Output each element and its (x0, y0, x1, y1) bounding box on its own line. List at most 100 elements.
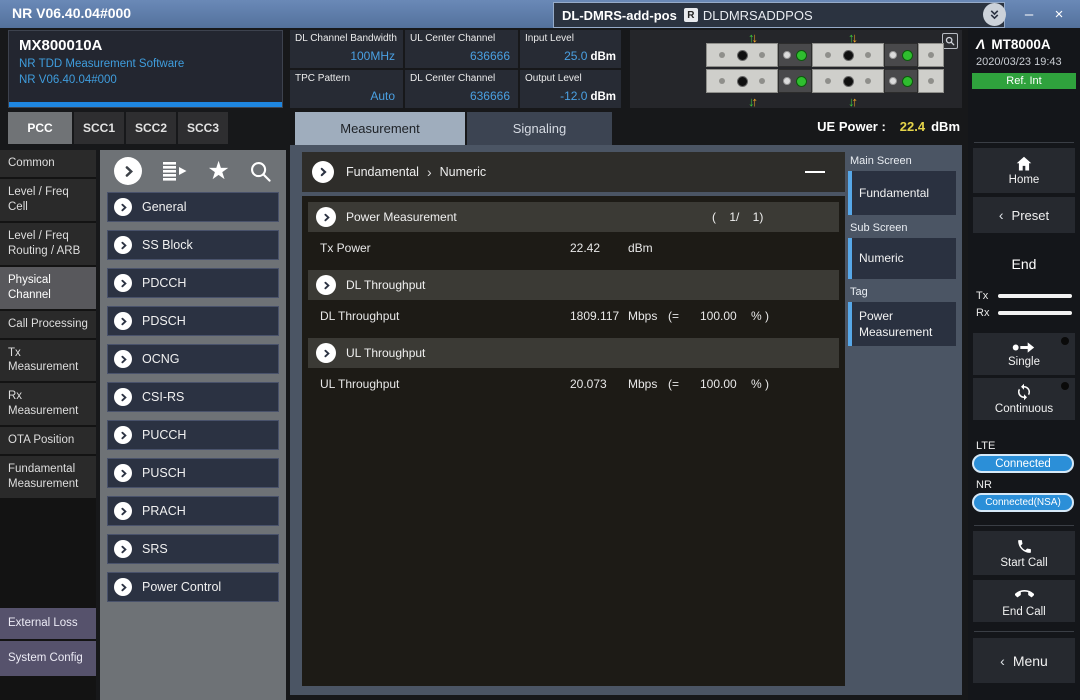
tab-signaling[interactable]: Signaling (467, 112, 612, 145)
chevron-left-icon: ‹ (1000, 653, 1005, 669)
rf-port3-tx-rx-arrows-icon: ↓↑ (748, 94, 755, 109)
menu-item-pusch[interactable]: PUSCH (107, 458, 279, 488)
param-input-level[interactable]: Input Level 25.0dBm (520, 30, 621, 68)
favorites-button[interactable]: ★ (207, 159, 229, 184)
rf-port4-tx-rx-arrows-icon: ↓↑ (848, 94, 855, 109)
tab-scc1[interactable]: SCC1 (74, 112, 124, 144)
menu-item-prach[interactable]: PRACH (107, 496, 279, 526)
progress-bar (9, 102, 282, 107)
tab-scc2[interactable]: SCC2 (126, 112, 176, 144)
section-power-measurement[interactable]: Power Measurement ( 1/ 1) (308, 202, 839, 232)
nr-label: NR (976, 479, 992, 491)
tab-scc3[interactable]: SCC3 (178, 112, 228, 144)
datetime: 2020/03/23 19:43 (976, 56, 1062, 68)
registered-tag-icon: R (684, 8, 698, 22)
ref-source-badge: Ref. Int (972, 73, 1076, 89)
settings-nav: Common Level / Freq Cell Level / Freq Ro… (0, 150, 96, 700)
chevron-right-circle-icon (114, 312, 132, 330)
nav-item-system-config[interactable]: System Config (0, 641, 96, 676)
tx-power-unit: dBm (628, 241, 653, 255)
nav-item-fundamental-measurement[interactable]: Fundamental Measurement (0, 456, 96, 498)
settings-nav-bottom: External Loss System Config (0, 608, 96, 678)
session-expand-button[interactable] (983, 3, 1006, 26)
chevron-right-circle-icon (114, 350, 132, 368)
menu-item-pdsch[interactable]: PDSCH (107, 306, 279, 336)
sub-screen-button[interactable]: Numeric (848, 238, 956, 279)
menu-item-power-control[interactable]: Power Control (107, 572, 279, 602)
param-dl-channel-bandwidth[interactable]: DL Channel Bandwidth 100MHz (290, 30, 403, 68)
chevron-right-circle-icon (114, 578, 132, 596)
chevron-right-circle-icon (114, 426, 132, 444)
chevron-right-circle-icon (114, 274, 132, 292)
end-call-button[interactable]: End Call (973, 580, 1075, 622)
software-name: NR TDD Measurement Software (19, 58, 184, 70)
collapse-panel-button[interactable] (114, 157, 142, 185)
ue-power-unit: dBm (931, 119, 960, 134)
nav-item-level-freq-cell[interactable]: Level / Freq Cell (0, 179, 96, 221)
breadcrumb-parent: Fundamental (346, 165, 419, 179)
tab-measurement[interactable]: Measurement (295, 112, 465, 145)
param-dl-center-channel[interactable]: DL Center Channel 636666 (405, 70, 518, 108)
menu-item-pucch[interactable]: PUCCH (107, 420, 279, 450)
page-counter: ( 1/ 1) (712, 210, 763, 224)
nav-item-tx-measurement[interactable]: Tx Measurement (0, 340, 96, 382)
nav-item-external-loss[interactable]: External Loss (0, 608, 96, 639)
nav-item-common[interactable]: Common (0, 150, 96, 177)
menu-item-srs[interactable]: SRS (107, 534, 279, 564)
menu-item-csi-rs[interactable]: CSI-RS (107, 382, 279, 412)
list-view-button[interactable] (161, 159, 188, 183)
start-call-button[interactable]: Start Call (973, 531, 1075, 575)
menu-item-ss-block[interactable]: SS Block (107, 230, 279, 260)
search-button[interactable] (249, 160, 272, 183)
continuous-loop-icon (1015, 383, 1033, 401)
session-code: DLDMRSADDPOS (703, 8, 813, 23)
section-dl-throughput[interactable]: DL Throughput (308, 270, 839, 300)
nav-item-ota-position[interactable]: OTA Position (0, 427, 96, 454)
minimize-button[interactable]: – (1016, 4, 1042, 24)
menu-item-general[interactable]: General (107, 192, 279, 222)
tag-button[interactable]: Power Measurement (848, 302, 956, 346)
quick-parameters-grid: DL Channel Bandwidth 100MHz UL Center Ch… (290, 30, 623, 108)
home-button[interactable]: Home (973, 148, 1075, 193)
param-ul-center-channel[interactable]: UL Center Channel 636666 (405, 30, 518, 68)
ul-throughput-percent: 100.00 (700, 377, 737, 391)
chevron-right-circle-icon (316, 207, 336, 227)
tab-pcc[interactable]: PCC (8, 112, 72, 144)
menu-button[interactable]: ‹ Menu (973, 638, 1075, 683)
tx-power-value: 22.42 (570, 241, 600, 255)
lte-label: LTE (976, 440, 995, 452)
nav-item-call-processing[interactable]: Call Processing (0, 311, 96, 338)
tx-level-bar (998, 294, 1072, 298)
double-chevron-down-icon (988, 8, 1001, 21)
zoom-diagram-button[interactable] (942, 33, 958, 49)
phone-hangup-icon (1015, 585, 1034, 604)
main-screen-button[interactable]: Fundamental (848, 171, 956, 215)
screen-selector-panel: Main Screen Fundamental Sub Screen Numer… (848, 155, 956, 353)
divider (974, 525, 1074, 526)
breadcrumb[interactable]: Fundamental › Numeric (302, 152, 845, 192)
module-row (706, 43, 944, 67)
close-button[interactable]: × (1046, 4, 1072, 24)
continuous-button[interactable]: Continuous (973, 378, 1075, 420)
dl-throughput-value: 1809.117 (570, 309, 619, 323)
application-info-panel: MX800010A NR TDD Measurement Software NR… (8, 30, 283, 108)
nav-item-physical-channel[interactable]: Physical Channel (0, 267, 96, 309)
section-ul-throughput[interactable]: UL Throughput (308, 338, 839, 368)
single-button[interactable]: Single (973, 333, 1075, 375)
nav-item-rx-measurement[interactable]: Rx Measurement (0, 383, 96, 425)
chevron-right-circle-icon (114, 236, 132, 254)
menu-item-ocng[interactable]: OCNG (107, 344, 279, 374)
param-tpc-pattern[interactable]: TPC Pattern Auto (290, 70, 403, 108)
minimize-panel-button[interactable] (805, 171, 825, 173)
session-selector[interactable]: DL-DMRS-add-pos R DLDMRSADDPOS (553, 2, 1005, 28)
dl-throughput-percent: 100.00 (700, 309, 737, 323)
sub-screen-label: Sub Screen (850, 222, 956, 234)
nav-item-level-freq-routing-arb[interactable]: Level / Freq Routing / ARB (0, 223, 96, 265)
divider (974, 631, 1074, 632)
param-output-level[interactable]: Output Level -12.0dBm (520, 70, 621, 108)
dl-throughput-unit: Mbps (628, 309, 657, 323)
menu-item-pdcch[interactable]: PDCCH (107, 268, 279, 298)
preset-button[interactable]: ‹ Preset (973, 197, 1075, 233)
module-stack (706, 43, 944, 95)
single-run-icon (1012, 341, 1036, 354)
